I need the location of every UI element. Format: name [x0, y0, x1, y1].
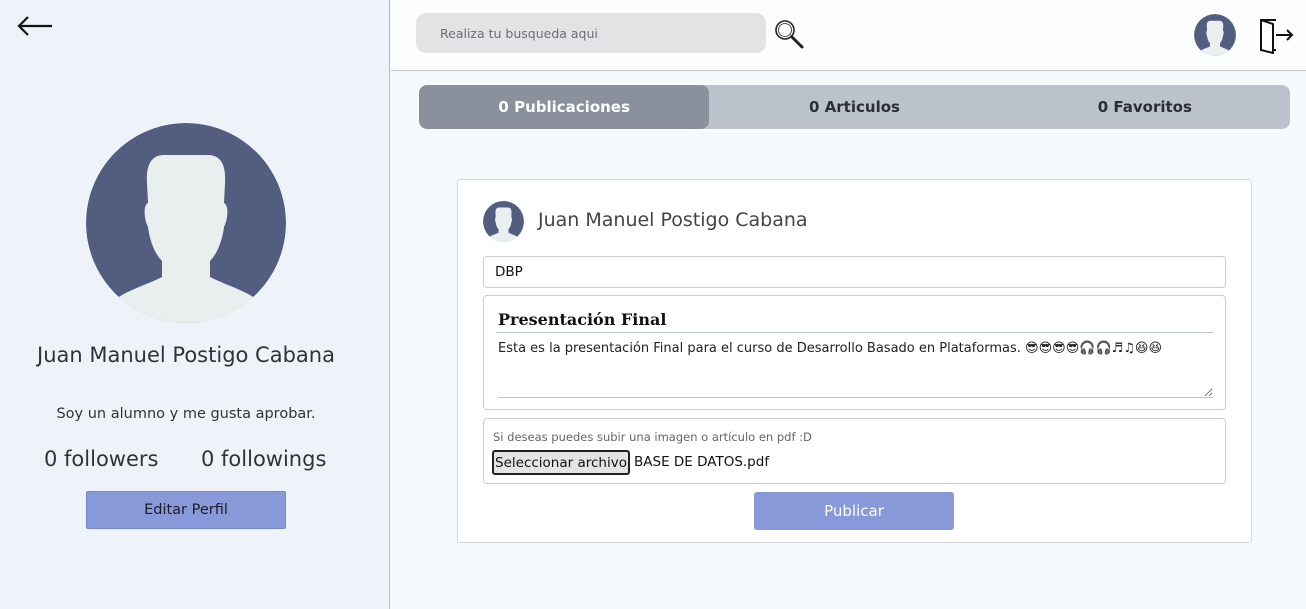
post-body-textarea[interactable]: Esta es la presentación Final para el cu… — [498, 340, 1213, 398]
upload-hint: Si deseas puedes subir una imagen o artí… — [493, 430, 812, 444]
publish-button[interactable]: Publicar — [754, 492, 954, 530]
editor-heading[interactable]: Presentación Final — [498, 310, 666, 329]
post-editor: Presentación Final Esta es la presentaci… — [483, 295, 1226, 410]
selected-file-name: BASE DE DATOS.pdf — [634, 454, 770, 470]
top-header — [391, 0, 1306, 71]
author-avatar — [483, 201, 524, 242]
editor-divider — [496, 332, 1213, 333]
logout-icon[interactable] — [1256, 16, 1296, 54]
search-icon[interactable] — [773, 18, 805, 50]
post-title-input[interactable] — [483, 256, 1226, 288]
post-author-name: Juan Manuel Postigo Cabana — [538, 209, 808, 231]
profile-avatar — [86, 123, 286, 323]
tab-articulos[interactable]: 0 Articulos — [709, 85, 999, 129]
user-avatar-icon[interactable] — [1194, 14, 1236, 56]
tab-publicaciones[interactable]: 0 Publicaciones — [419, 85, 710, 129]
search-input[interactable] — [416, 13, 766, 53]
new-post-card: Juan Manuel Postigo Cabana Presentación … — [457, 179, 1252, 543]
profile-name: Juan Manuel Postigo Cabana — [37, 343, 335, 367]
back-arrow-icon[interactable] — [16, 10, 56, 42]
followings-count[interactable]: 0 followings — [201, 447, 326, 471]
content-tabs: 0 Publicaciones 0 Articulos 0 Favoritos — [419, 85, 1290, 129]
edit-profile-button[interactable]: Editar Perfil — [86, 491, 286, 529]
file-upload-box: Si deseas puedes subir una imagen o artí… — [483, 418, 1226, 484]
tab-favoritos[interactable]: 0 Favoritos — [1000, 85, 1290, 129]
followers-count[interactable]: 0 followers — [44, 447, 158, 471]
profile-bio: Soy un alumno y me gusta aprobar. — [56, 406, 316, 422]
profile-sidebar: Juan Manuel Postigo Cabana Soy un alumno… — [0, 0, 390, 609]
choose-file-button[interactable]: Seleccionar archivo — [492, 450, 630, 475]
